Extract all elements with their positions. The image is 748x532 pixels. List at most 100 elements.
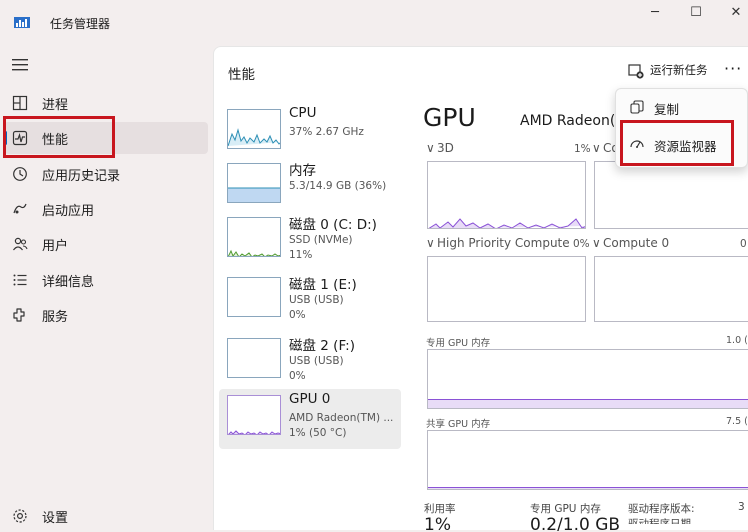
engine-pct-compute-0: 0 bbox=[740, 238, 747, 250]
device-disk-2[interactable]: 磁盘 2 (F:) USB (USB) 0% bbox=[219, 332, 401, 392]
nav-label: 用户 bbox=[42, 239, 69, 254]
startup-icon bbox=[13, 203, 27, 214]
details-icon bbox=[13, 274, 27, 286]
device-name: 磁盘 0 (C: D:) bbox=[289, 217, 377, 233]
engine-dropdown-chevron-icon[interactable]: ∨ bbox=[426, 236, 435, 250]
context-menu: 复制 资源监视器 bbox=[615, 88, 748, 168]
device-usage: 0% bbox=[289, 370, 306, 382]
engine-pct-3d: 1% bbox=[574, 143, 591, 155]
device-usage: 0% bbox=[289, 309, 306, 321]
engine-dropdown-chevron-icon[interactable]: ∨ bbox=[592, 141, 601, 155]
device-detail: 37% 2.67 GHz bbox=[289, 126, 364, 138]
device-usage: 1% (50 °C) bbox=[289, 427, 347, 439]
run-task-icon bbox=[628, 64, 644, 79]
utilization-value: 1% bbox=[424, 515, 451, 531]
device-detail: AMD Radeon(TM) ... bbox=[289, 412, 394, 424]
driver-version-value: 3 bbox=[738, 501, 745, 513]
graph-high-priority-compute bbox=[427, 256, 586, 322]
more-options-button[interactable]: ··· bbox=[724, 59, 742, 78]
device-usage: 11% bbox=[289, 249, 313, 261]
device-detail: 5.3/14.9 GB (36%) bbox=[289, 180, 387, 192]
engine-label-high-priority-compute: High Priority Compute bbox=[437, 236, 570, 250]
graph-dedicated-memory bbox=[427, 349, 748, 409]
cpu-thumbnail bbox=[227, 109, 281, 149]
resource-monitor-icon bbox=[630, 140, 644, 148]
shared-memory-max: 7.5 ( bbox=[726, 416, 748, 427]
nav-label: 进程 bbox=[42, 98, 69, 113]
nav-label: 服务 bbox=[42, 310, 69, 325]
nav-label: 性能 bbox=[42, 133, 69, 148]
nav-item-processes[interactable]: 进程 bbox=[4, 87, 208, 119]
dedicated-memory-stat-label: 专用 GPU 内存 bbox=[530, 503, 601, 515]
driver-version-label: 驱动程序版本: bbox=[628, 503, 695, 515]
menu-item-label: 复制 bbox=[654, 102, 680, 117]
device-disk-0[interactable]: 磁盘 0 (C: D:) SSD (NVMe) 11% bbox=[219, 211, 401, 271]
maximize-button[interactable]: ☐ bbox=[684, 6, 708, 22]
engine-label-3d: 3D bbox=[437, 141, 454, 155]
device-name: 磁盘 2 (F:) bbox=[289, 338, 355, 354]
engine-dropdown-chevron-icon[interactable]: ∨ bbox=[592, 236, 601, 250]
copy-icon bbox=[630, 100, 644, 114]
nav-item-users[interactable]: 用户 bbox=[4, 228, 208, 260]
app-title: 任务管理器 bbox=[50, 17, 111, 31]
device-name: GPU 0 bbox=[289, 391, 331, 407]
menu-item-label: 资源监视器 bbox=[654, 139, 717, 154]
nav-item-app-history[interactable]: 应用历史记录 bbox=[4, 158, 208, 190]
menu-item-resource-monitor[interactable]: 资源监视器 bbox=[620, 128, 745, 160]
device-disk-1[interactable]: 磁盘 1 (E:) USB (USB) 0% bbox=[219, 271, 401, 331]
driver-date-label: 驱动程序日期 bbox=[628, 518, 691, 524]
nav-item-settings[interactable]: 设置 bbox=[4, 500, 208, 532]
hamburger-menu-icon[interactable] bbox=[12, 58, 30, 72]
minimize-button[interactable]: ─ bbox=[643, 6, 667, 22]
nav-label: 设置 bbox=[42, 511, 69, 526]
menu-item-copy[interactable]: 复制 bbox=[620, 91, 745, 123]
shared-memory-fill bbox=[428, 486, 748, 489]
dedicated-memory-max: 1.0 ( bbox=[726, 335, 748, 346]
disk-1-thumbnail bbox=[227, 277, 281, 317]
dedicated-memory-fill bbox=[428, 398, 748, 408]
gpu-title: GPU bbox=[423, 103, 476, 132]
run-new-task-label: 运行新任务 bbox=[650, 63, 708, 77]
shared-memory-label: 共享 GPU 内存 bbox=[426, 419, 491, 430]
users-icon bbox=[13, 237, 28, 251]
performance-icon bbox=[12, 130, 28, 146]
device-detail: USB (USB) bbox=[289, 355, 344, 367]
graph-compute-0 bbox=[594, 256, 748, 322]
nav-item-services[interactable]: 服务 bbox=[4, 299, 208, 331]
gpu-thumbnail bbox=[227, 395, 281, 435]
graph-copy bbox=[594, 161, 748, 229]
device-name: 磁盘 1 (E:) bbox=[289, 277, 357, 293]
services-icon bbox=[13, 308, 25, 322]
page-title: 性能 bbox=[228, 67, 255, 83]
device-detail: SSD (NVMe) bbox=[289, 234, 353, 246]
device-name: CPU bbox=[289, 105, 317, 121]
settings-icon bbox=[13, 509, 27, 523]
close-button[interactable]: ✕ bbox=[724, 6, 748, 22]
nav-label: 应用历史记录 bbox=[42, 169, 121, 184]
device-detail: USB (USB) bbox=[289, 294, 344, 306]
graph-3d bbox=[427, 161, 586, 229]
engine-label-compute-0: Compute 0 bbox=[603, 236, 670, 250]
task-manager-icon bbox=[14, 17, 30, 28]
utilization-label: 利用率 bbox=[424, 503, 456, 515]
device-memory[interactable]: 内存 5.3/14.9 GB (36%) bbox=[219, 157, 401, 217]
gpu-model-name: AMD Radeon(T bbox=[520, 113, 614, 129]
memory-thumbnail bbox=[227, 163, 281, 203]
nav-label: 启动应用 bbox=[42, 204, 95, 219]
title-bar: 任务管理器 ─ ☐ ✕ bbox=[0, 0, 748, 44]
history-icon bbox=[13, 167, 27, 181]
engine-pct-high-priority-compute: 0% bbox=[573, 238, 590, 250]
nav-item-details[interactable]: 详细信息 bbox=[4, 264, 208, 296]
processes-icon bbox=[12, 95, 28, 111]
dedicated-memory-label: 专用 GPU 内存 bbox=[426, 338, 491, 349]
device-gpu-0[interactable]: GPU 0 AMD Radeon(TM) ... 1% (50 °C) bbox=[219, 389, 401, 449]
disk-0-thumbnail bbox=[227, 217, 281, 257]
engine-dropdown-chevron-icon[interactable]: ∨ bbox=[426, 141, 435, 155]
device-name: 内存 bbox=[289, 163, 316, 179]
disk-2-thumbnail bbox=[227, 338, 281, 378]
nav-item-startup-apps[interactable]: 启动应用 bbox=[4, 193, 208, 225]
nav-item-performance[interactable]: 性能 bbox=[4, 122, 208, 154]
device-cpu[interactable]: CPU 37% 2.67 GHz bbox=[219, 103, 401, 163]
nav-label: 详细信息 bbox=[42, 275, 95, 290]
dedicated-memory-stat-value: 0.2/1.0 GB bbox=[530, 515, 621, 531]
